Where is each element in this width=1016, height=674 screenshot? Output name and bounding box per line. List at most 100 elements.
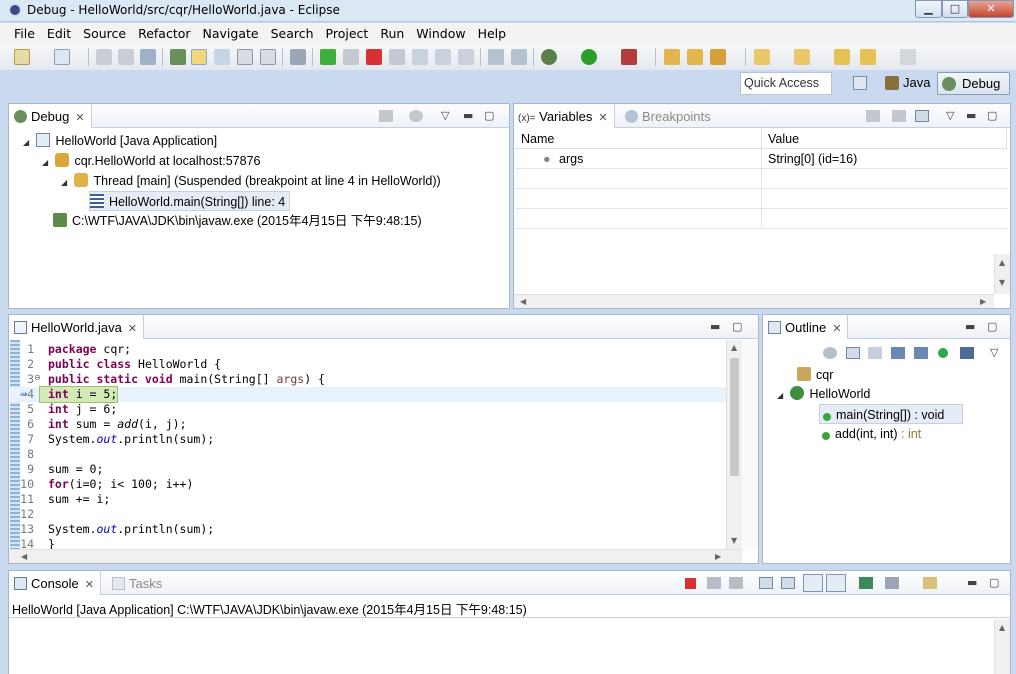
step-return-icon[interactable] [458,49,474,65]
save-icon[interactable] [96,49,112,65]
toggle-mark-icon[interactable] [214,49,230,65]
debug-icon[interactable] [541,49,557,65]
console-scrollbar[interactable]: ▲ [994,619,1010,674]
block-selection-icon[interactable] [237,49,253,65]
hide-local-types-icon[interactable] [938,348,948,358]
scroll-up-icon[interactable]: ▲ [999,258,1005,267]
close-tab-icon[interactable]: ✕ [598,112,607,124]
print-icon[interactable] [140,49,156,65]
outline-item-package[interactable]: cqr [797,365,833,385]
tab-outline[interactable]: Outline ✕ [763,315,849,339]
toggle-breakpoint-icon[interactable] [170,49,186,65]
new-file-icon[interactable] [54,49,70,65]
scroll-lock-icon[interactable] [781,577,795,589]
scroll-right-icon[interactable]: ▶ [980,297,986,306]
skip-breakpoints-icon[interactable] [191,49,207,65]
scroll-up-icon[interactable]: ▲ [731,343,737,352]
collapse-icon[interactable] [409,110,423,122]
editor-horizontal-scrollbar[interactable]: ◀ ▶ [9,549,742,563]
forward-icon[interactable] [900,49,916,65]
remove-launch-icon[interactable] [707,577,721,589]
column-header-value[interactable]: Value [762,129,1007,149]
minimize-view-icon[interactable]: ▬ [967,576,977,589]
editor-vertical-scrollbar[interactable]: ▲ ▼ [726,340,742,550]
back-icon[interactable] [860,49,876,65]
close-button[interactable]: ✕ [968,0,1014,18]
outline-item-method-main[interactable]: main(String[]) : void [819,404,963,424]
close-tab-icon[interactable]: ✕ [85,579,94,591]
view-menu-icon[interactable]: ▽ [990,346,998,359]
remove-terminated-icon[interactable] [379,110,393,122]
tree-item-process[interactable]: C:\WTF\JAVA\JDK\bin\javaw.exe (2015年4月15… [53,211,422,231]
perspective-debug-button[interactable]: Debug [937,72,1010,95]
remove-all-terminated-icon[interactable] [729,577,743,589]
scroll-up-icon[interactable]: ▲ [999,623,1005,632]
tree-item-thread[interactable]: ◢ Thread [main] (Suspended (breakpoint a… [61,171,441,191]
step-into-icon[interactable] [412,49,428,65]
menu-help[interactable]: Help [472,23,513,45]
perspective-java-button[interactable]: Java [881,72,930,95]
terminate-icon[interactable] [366,49,382,65]
suspend-icon[interactable] [343,49,359,65]
scroll-thumb[interactable] [730,358,739,476]
hide-static-icon[interactable] [891,347,905,359]
column-header-name[interactable]: Name [515,129,762,149]
tab-tasks[interactable]: Tasks [107,571,168,595]
maximize-view-icon[interactable]: ▢ [732,320,742,333]
link-with-editor-icon[interactable] [960,347,974,359]
fold-icon[interactable]: ⊖ [34,373,41,382]
scroll-left-icon[interactable]: ◀ [21,552,27,561]
close-tab-icon[interactable]: ✕ [128,323,137,335]
overview-ruler[interactable] [742,340,758,550]
minimize-view-icon[interactable]: ▬ [710,320,720,333]
close-tab-icon[interactable]: ✕ [832,323,841,335]
open-console-icon[interactable] [923,577,937,589]
hide-fields-icon[interactable] [846,347,860,359]
tab-breakpoints[interactable]: Breakpoints [620,104,717,128]
scroll-down-icon[interactable]: ▼ [999,278,1005,287]
new-icon[interactable] [14,49,30,65]
open-type-icon[interactable] [664,49,680,65]
display-console-icon[interactable] [885,577,899,589]
skip-all-icon[interactable] [290,49,306,65]
sort-icon[interactable] [868,347,882,359]
tab-console[interactable]: Console ✕ [9,571,101,595]
outline-item-method-add[interactable]: add(int, int) : int [819,424,921,444]
scroll-right-icon[interactable]: ▶ [715,552,721,561]
menu-refactor[interactable]: Refactor [132,23,196,45]
step-over-icon[interactable] [435,49,451,65]
maximize-view-icon[interactable]: ▢ [989,576,999,589]
search-icon[interactable] [710,49,726,65]
last-edit-icon[interactable] [834,49,850,65]
save-all-icon[interactable] [118,49,134,65]
view-menu-icon[interactable]: ▽ [946,109,954,122]
minimize-view-icon[interactable]: ▬ [965,320,975,333]
maximize-view-icon[interactable]: ▢ [987,320,997,333]
next-annotation-icon[interactable] [754,49,770,65]
open-perspective-button[interactable] [849,72,873,95]
minimize-button[interactable]: ▁ [915,0,942,18]
scroll-left-icon[interactable]: ◀ [520,297,526,306]
external-tools-icon[interactable] [621,49,637,65]
detail-scrollbar[interactable]: ▲ ▼ [994,254,1010,294]
menu-edit[interactable]: Edit [41,23,77,45]
tab-variables[interactable]: (x)= Variables ✕ [514,104,615,128]
drop-to-frame-icon[interactable] [488,49,504,65]
clear-console-icon[interactable] [759,577,773,589]
menu-navigate[interactable]: Navigate [197,23,265,45]
view-menu-icon[interactable]: ▽ [441,109,449,122]
pin-console-icon[interactable] [859,577,873,589]
previous-annotation-icon[interactable] [794,49,810,65]
menu-source[interactable]: Source [77,23,132,45]
scroll-down-icon[interactable]: ▼ [731,536,737,545]
show-whitespace-icon[interactable] [260,49,276,65]
open-task-icon[interactable] [687,49,703,65]
minimize-view-icon[interactable]: ▬ [966,109,976,122]
resume-icon[interactable] [320,49,336,65]
disconnect-icon[interactable] [389,49,405,65]
tab-helloworld-java[interactable]: HelloWorld.java ✕ [9,315,145,339]
collapse-all-icon[interactable] [823,347,837,359]
show-type-names-icon[interactable] [866,110,880,122]
horizontal-scrollbar[interactable]: ◀ ▶ [514,294,994,308]
minimize-view-icon[interactable]: ▬ [463,109,473,122]
